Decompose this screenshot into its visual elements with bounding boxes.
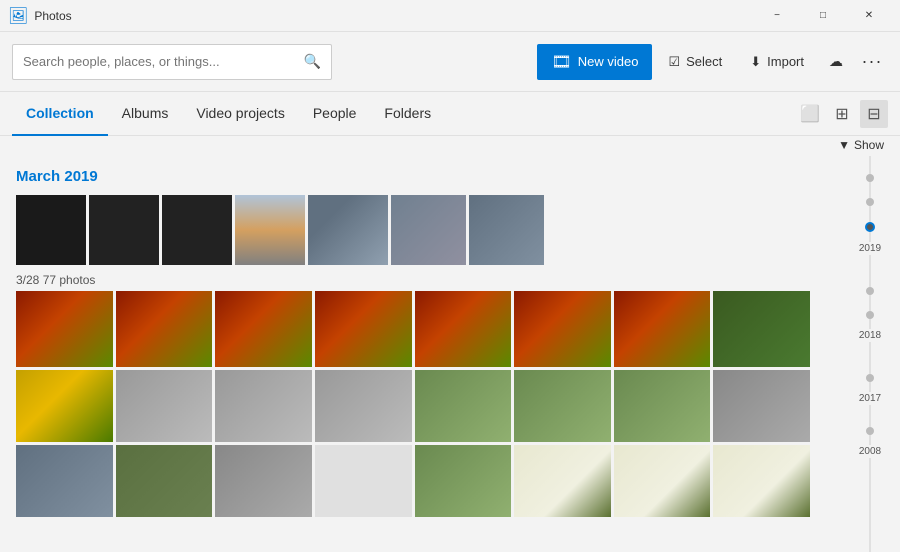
photo-thumb[interactable] <box>116 370 213 442</box>
view-single-button[interactable]: ⬜ <box>796 100 824 128</box>
photo-thumb[interactable] <box>391 195 466 265</box>
photo-thumb[interactable] <box>514 445 611 517</box>
photo-thumb[interactable] <box>16 291 113 367</box>
nav-tabs: Collection Albums Video projects People … <box>0 92 900 136</box>
photo-thumb[interactable] <box>16 370 113 442</box>
select-icon: ☑ <box>668 54 680 70</box>
window-controls: − □ ✕ <box>754 0 892 32</box>
photo-thumb[interactable] <box>614 291 711 367</box>
photo-thumb[interactable] <box>713 370 810 442</box>
photo-thumb[interactable] <box>215 291 312 367</box>
photo-thumb[interactable] <box>315 370 412 442</box>
tab-people[interactable]: People <box>299 92 371 136</box>
header-actions: 🎞 New video ☑ Select ⬇ Import ☁ ··· <box>537 44 888 80</box>
photo-thumb[interactable] <box>116 445 213 517</box>
more-button[interactable]: ··· <box>856 46 888 78</box>
photo-thumb[interactable] <box>215 370 312 442</box>
app-icon: 🖼 <box>8 6 28 26</box>
title-bar: 🖼 Photos − □ ✕ <box>0 0 900 32</box>
timeline-year-2018[interactable]: 2018 <box>857 329 883 342</box>
onedrive-button[interactable]: ☁ <box>820 46 852 78</box>
photo-row-mixed2 <box>16 445 810 517</box>
minimize-button[interactable]: − <box>754 0 800 32</box>
search-box[interactable]: 🔍 <box>12 44 332 80</box>
tab-video-projects[interactable]: Video projects <box>182 92 298 136</box>
photo-thumb[interactable] <box>713 445 810 517</box>
show-row: ▼ Show <box>0 136 900 156</box>
photo-thumb[interactable] <box>315 445 412 517</box>
photo-row-1 <box>16 195 810 265</box>
photo-thumb[interactable] <box>215 445 312 517</box>
photo-thumb[interactable] <box>713 291 810 367</box>
photo-thumb[interactable] <box>116 291 213 367</box>
timeline-dot <box>866 427 874 435</box>
photo-thumb[interactable] <box>469 195 544 265</box>
tab-folders[interactable]: Folders <box>370 92 445 136</box>
maximize-button[interactable]: □ <box>800 0 846 32</box>
photo-thumb[interactable] <box>614 445 711 517</box>
close-button[interactable]: ✕ <box>846 0 892 32</box>
photo-area: March 2019 3/28 77 photos <box>0 156 840 552</box>
timeline-year-2017[interactable]: 2017 <box>857 392 883 405</box>
timeline-year-2019[interactable]: 2019 <box>857 242 883 255</box>
photo-thumb[interactable] <box>162 195 232 265</box>
search-icon: 🔍 <box>304 53 321 70</box>
import-icon: ⬇ <box>750 54 761 70</box>
section-date-march2019: March 2019 <box>16 168 810 185</box>
search-input[interactable] <box>23 54 296 69</box>
photo-thumb[interactable] <box>514 370 611 442</box>
tab-collection[interactable]: Collection <box>12 92 108 136</box>
photo-thumb[interactable] <box>89 195 159 265</box>
timeline-dot <box>866 287 874 295</box>
photo-thumb[interactable] <box>16 195 86 265</box>
show-button[interactable]: ▼ Show <box>838 138 884 152</box>
video-icon: 🎞 <box>551 52 571 72</box>
photo-thumb[interactable] <box>16 445 113 517</box>
app-title: Photos <box>34 9 71 23</box>
view-dense-button[interactable]: ⊟ <box>860 100 888 128</box>
timeline-dot <box>866 374 874 382</box>
timeline-dot <box>866 311 874 319</box>
chevron-down-icon: ▼ <box>838 138 850 152</box>
photo-thumb[interactable] <box>415 370 512 442</box>
tab-albums[interactable]: Albums <box>108 92 183 136</box>
timeline-dot <box>866 198 874 206</box>
timeline-year-2008[interactable]: 2008 <box>857 445 883 458</box>
photo-thumb[interactable] <box>235 195 305 265</box>
timeline-sidebar: 2019 2018 2017 2008 <box>840 156 900 552</box>
photo-thumb[interactable] <box>415 445 512 517</box>
header-bar: 🔍 🎞 New video ☑ Select ⬇ Import ☁ ··· <box>0 32 900 92</box>
main-content: March 2019 3/28 77 photos <box>0 156 900 552</box>
timeline-dot <box>866 174 874 182</box>
import-button[interactable]: ⬇ Import <box>738 44 816 80</box>
new-video-button[interactable]: 🎞 New video <box>537 44 652 80</box>
photo-thumb[interactable] <box>514 291 611 367</box>
timeline-dot-active[interactable] <box>865 222 875 232</box>
photo-thumb[interactable] <box>308 195 388 265</box>
view-grid-button[interactable]: ⊞ <box>828 100 856 128</box>
view-controls: ⬜ ⊞ ⊟ <box>796 100 888 128</box>
photo-row-mixed1 <box>16 370 810 442</box>
timeline-dots: 2019 2018 2017 2008 <box>840 164 900 552</box>
photo-thumb[interactable] <box>614 370 711 442</box>
app-title-group: 🖼 Photos <box>8 6 72 26</box>
select-button[interactable]: ☑ Select <box>656 44 734 80</box>
photo-thumb[interactable] <box>315 291 412 367</box>
photo-row-flowers1 <box>16 291 810 367</box>
day-label: 3/28 77 photos <box>16 273 810 287</box>
photo-thumb[interactable] <box>415 291 512 367</box>
